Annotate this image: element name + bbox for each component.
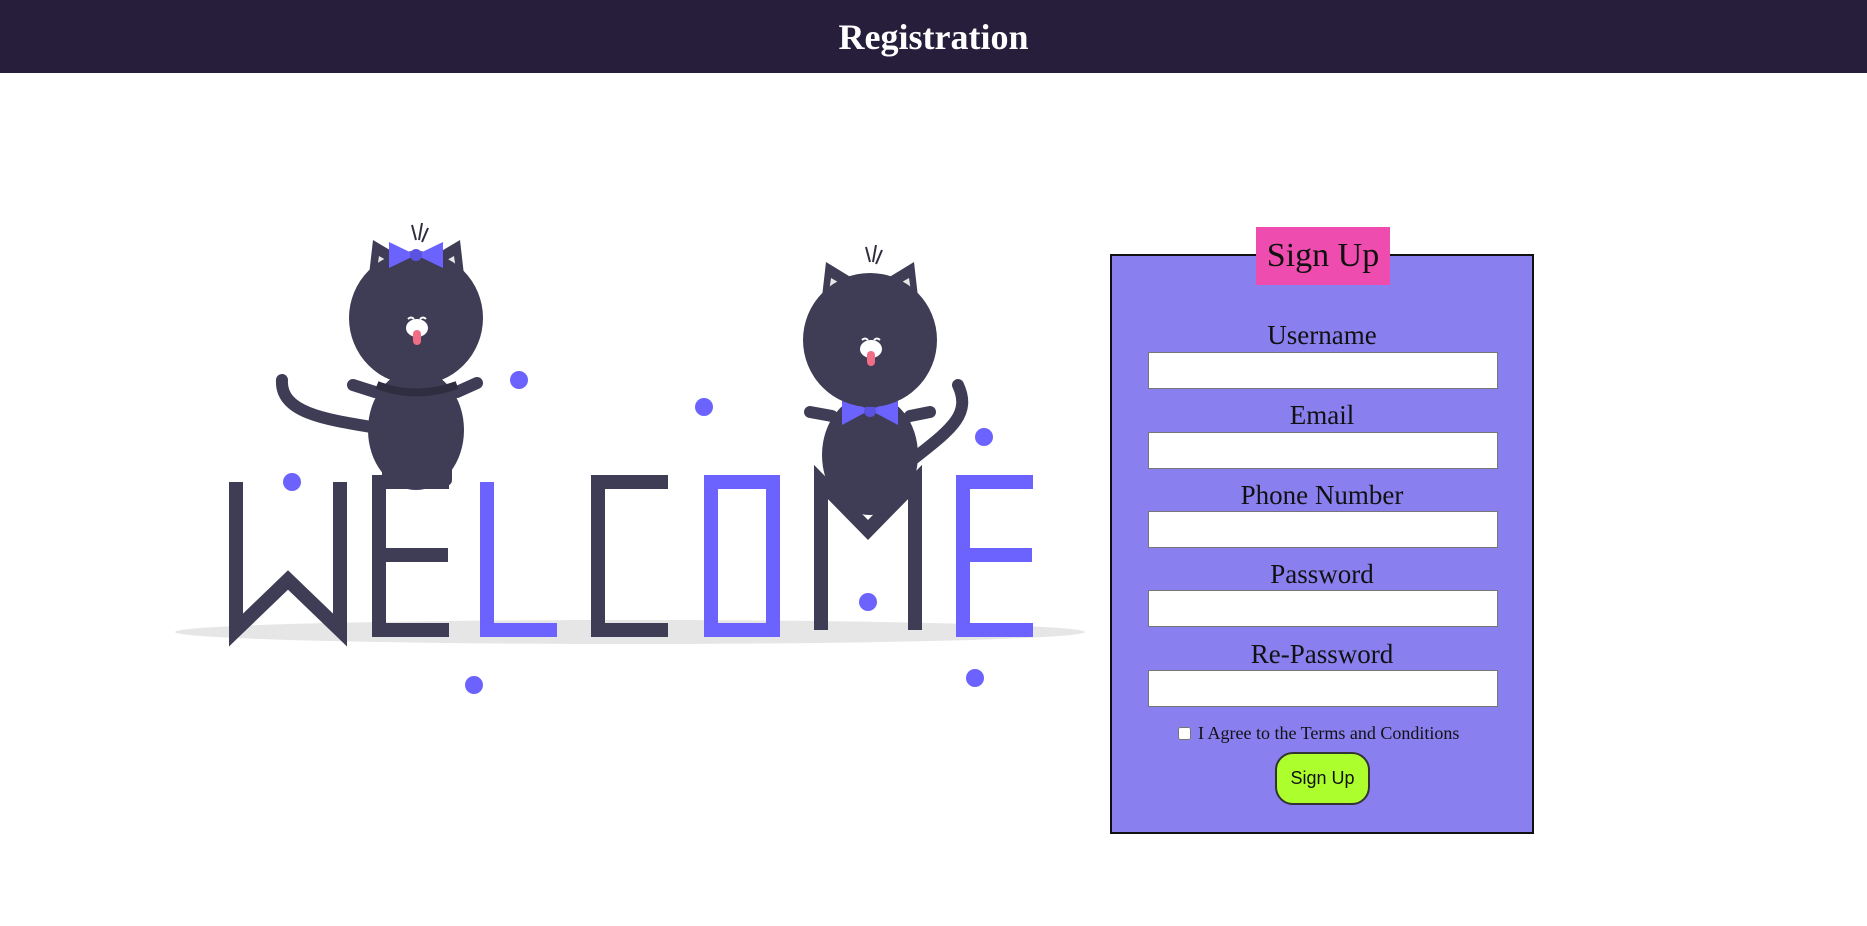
repassword-input[interactable] <box>1148 670 1498 707</box>
terms-label: I Agree to the Terms and Conditions <box>1198 723 1460 743</box>
page-title: Registration <box>838 16 1029 57</box>
right-cat <box>803 244 969 515</box>
phone-label: Phone Number <box>1240 480 1404 510</box>
password-label: Password <box>1270 559 1374 589</box>
email-input[interactable] <box>1148 432 1498 469</box>
username-input[interactable] <box>1148 352 1498 389</box>
left-cat <box>276 222 483 490</box>
phone-input[interactable] <box>1148 511 1498 548</box>
welcome-lettering <box>229 464 1033 647</box>
username-label: Username <box>1267 320 1377 350</box>
welcome-cats-illustration <box>175 222 1085 694</box>
header-bar: Registration <box>0 0 1867 73</box>
terms-row: I Agree to the Terms and Conditions <box>1178 723 1459 744</box>
email-label: Email <box>1289 400 1355 430</box>
repassword-label: Re-Password <box>1250 639 1394 669</box>
form-legend: Sign Up <box>1256 227 1390 285</box>
password-input[interactable] <box>1148 590 1498 627</box>
terms-checkbox[interactable] <box>1178 727 1191 740</box>
signup-button[interactable]: Sign Up <box>1275 752 1370 805</box>
